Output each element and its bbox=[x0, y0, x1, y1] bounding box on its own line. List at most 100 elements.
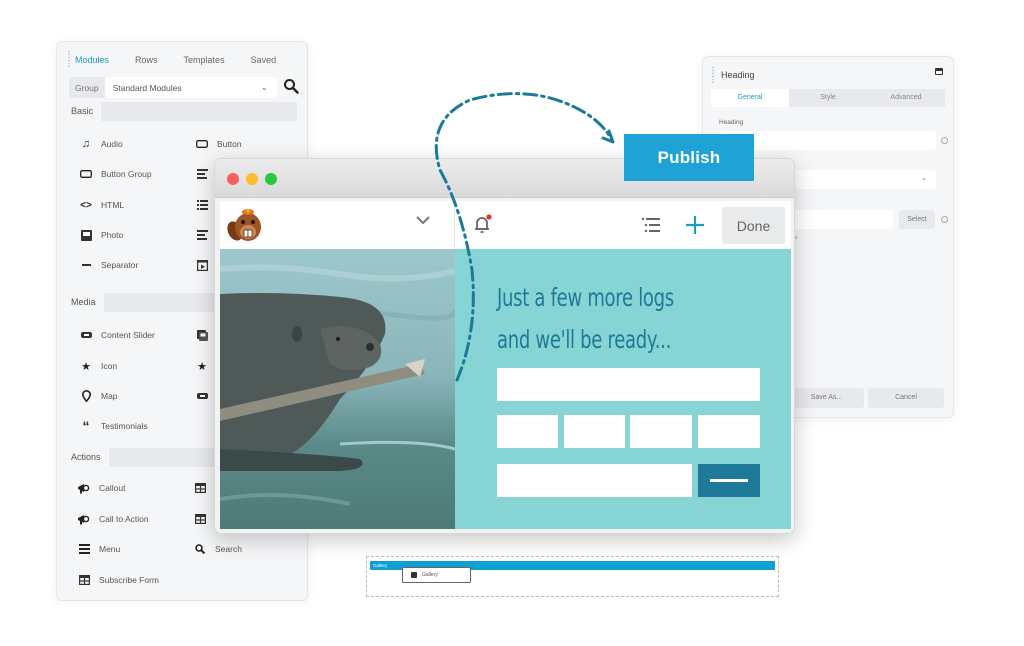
tab-rows[interactable]: Rows bbox=[135, 55, 158, 65]
minimize-icon[interactable] bbox=[935, 68, 943, 75]
chevron-down-icon: ⌄ bbox=[261, 83, 268, 92]
bell-icon bbox=[475, 214, 492, 233]
group-select-value[interactable]: Standard Modules bbox=[105, 83, 261, 93]
outline-list-icon bbox=[641, 217, 660, 233]
table-icon bbox=[193, 513, 207, 525]
module-subscribe-form[interactable]: Subscribe Form bbox=[77, 572, 159, 588]
group-label: Group bbox=[69, 77, 105, 98]
gear-icon[interactable] bbox=[941, 216, 948, 223]
signup-section: Just a few more logs and we'll be ready.… bbox=[455, 249, 791, 529]
module-icon[interactable]: ★ Icon bbox=[79, 358, 117, 374]
music-note-icon: ♫ bbox=[81, 138, 91, 150]
search-button[interactable] bbox=[283, 78, 301, 96]
menu-icon bbox=[77, 543, 91, 555]
heading-field-label: Heading bbox=[719, 119, 744, 126]
button-icon bbox=[195, 138, 209, 150]
list-icon bbox=[195, 199, 209, 211]
close-window-button[interactable] bbox=[227, 173, 239, 185]
done-button[interactable]: Done bbox=[722, 207, 785, 244]
tab-modules[interactable]: Modules bbox=[75, 55, 109, 65]
separator-icon bbox=[79, 259, 93, 271]
group-select[interactable]: Group Standard Modules ⌄ bbox=[69, 77, 277, 98]
module-content-slider[interactable]: Content Slider bbox=[79, 327, 155, 343]
headline: Just a few more logs and we'll be ready.… bbox=[497, 283, 674, 354]
module-call-to-action[interactable]: Call to Action bbox=[77, 511, 149, 527]
text-editor-icon bbox=[195, 229, 209, 241]
module-html[interactable]: <> HTML bbox=[79, 197, 124, 213]
megaphone-icon bbox=[77, 513, 91, 525]
module-photo[interactable]: Photo bbox=[79, 227, 123, 243]
settings-title: Heading bbox=[721, 70, 755, 80]
module-callout[interactable]: Callout bbox=[77, 480, 125, 496]
beaver-logo[interactable] bbox=[226, 206, 266, 246]
drag-handle[interactable] bbox=[711, 66, 715, 84]
tab-templates[interactable]: Templates bbox=[184, 55, 225, 65]
table-icon bbox=[193, 482, 207, 494]
text-editor-icon bbox=[195, 168, 209, 180]
form-field-email[interactable] bbox=[497, 464, 692, 497]
form-field-2[interactable] bbox=[564, 415, 625, 448]
maximize-window-button[interactable] bbox=[265, 173, 277, 185]
form-field-4[interactable] bbox=[698, 415, 760, 448]
builder-topbar-right: Done bbox=[456, 201, 791, 249]
drag-handle[interactable] bbox=[67, 50, 71, 68]
search-icon bbox=[193, 543, 207, 555]
star-icon: ★ bbox=[197, 360, 207, 373]
submit-button[interactable] bbox=[698, 464, 760, 497]
module-audio[interactable]: ♫ Audio bbox=[79, 136, 123, 152]
module-search[interactable]: Search bbox=[193, 541, 242, 557]
settings-tabs: General Style Advanced bbox=[711, 89, 945, 107]
save-as-button[interactable]: Save As... bbox=[789, 388, 864, 408]
modules-tabs: Modules Rows Templates Saved bbox=[75, 55, 302, 65]
module-contact-form[interactable] bbox=[193, 480, 215, 496]
gallery-icon bbox=[411, 572, 417, 578]
section-basic[interactable]: Basic bbox=[63, 102, 297, 121]
video-icon bbox=[195, 259, 209, 271]
gallery-icon bbox=[195, 329, 209, 341]
builder-topbar-left bbox=[220, 201, 455, 249]
table-icon bbox=[77, 574, 91, 586]
search-icon bbox=[284, 79, 299, 94]
notification-dot bbox=[486, 214, 492, 220]
browser-window: Done Just a few more logs and we'll be r… bbox=[214, 158, 795, 534]
slider-icon bbox=[195, 390, 209, 402]
map-pin-icon bbox=[79, 390, 93, 402]
row-layout-preview: Gallery Gallery bbox=[366, 556, 779, 597]
module-menu[interactable]: Menu bbox=[77, 541, 120, 557]
star-icon: ★ bbox=[81, 360, 91, 373]
form-field-3[interactable] bbox=[630, 415, 692, 448]
chevron-down-icon: ⌄ bbox=[921, 175, 927, 182]
photo-icon bbox=[79, 229, 93, 241]
tab-general[interactable]: General bbox=[711, 89, 789, 107]
plus-icon bbox=[686, 216, 704, 234]
slider-icon bbox=[79, 329, 93, 341]
select-button[interactable]: Select bbox=[899, 210, 935, 229]
button-icon bbox=[79, 168, 93, 180]
chevron-down-icon[interactable] bbox=[416, 216, 430, 225]
module-login-form[interactable] bbox=[193, 511, 215, 527]
quote-icon: “ bbox=[82, 418, 90, 434]
tab-advanced[interactable]: Advanced bbox=[867, 89, 945, 107]
form-field-wide[interactable] bbox=[497, 368, 760, 401]
minimize-window-button[interactable] bbox=[246, 173, 258, 185]
cancel-button[interactable]: Cancel bbox=[868, 388, 944, 408]
module-button-group[interactable]: Button Group bbox=[79, 166, 152, 182]
module-separator[interactable]: Separator bbox=[79, 257, 138, 273]
notifications-button[interactable] bbox=[472, 213, 494, 235]
gallery-module-chip[interactable]: Gallery bbox=[402, 567, 471, 583]
beaver-photo bbox=[220, 249, 455, 529]
publish-button[interactable]: Publish bbox=[624, 134, 754, 181]
tab-style[interactable]: Style bbox=[789, 89, 867, 107]
module-map[interactable]: Map bbox=[79, 388, 118, 404]
outline-button[interactable] bbox=[641, 216, 663, 234]
form-field-1[interactable] bbox=[497, 415, 558, 448]
gear-icon[interactable] bbox=[941, 137, 948, 144]
page-content: Done Just a few more logs and we'll be r… bbox=[220, 201, 791, 529]
tab-saved[interactable]: Saved bbox=[251, 55, 277, 65]
arrow-head-icon bbox=[601, 129, 615, 144]
code-icon: <> bbox=[80, 199, 92, 211]
add-content-button[interactable] bbox=[685, 215, 705, 235]
module-testimonials[interactable]: “Testimonials bbox=[79, 418, 148, 434]
megaphone-icon bbox=[77, 482, 91, 494]
module-button[interactable]: Button bbox=[195, 136, 242, 152]
